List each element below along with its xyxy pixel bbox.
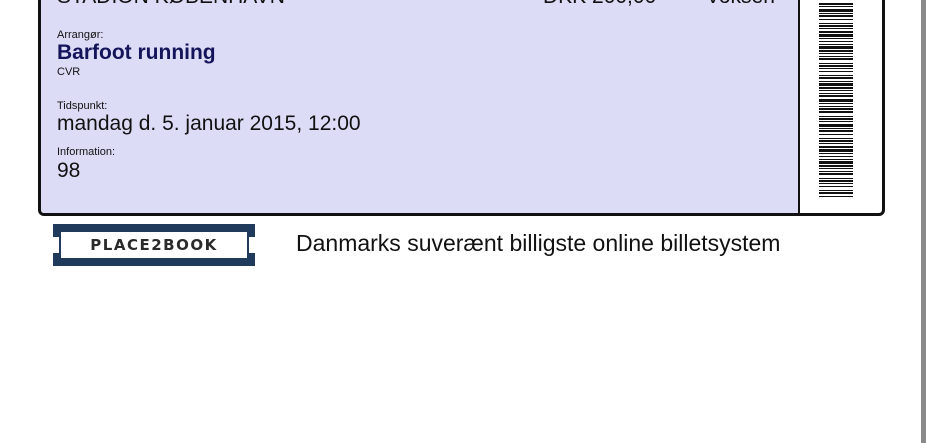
time-label: Tidspunkt: <box>57 100 108 112</box>
ticket-price-type: Voksen <box>706 0 775 9</box>
information-value: 98 <box>57 159 81 182</box>
event-time: mandag d. 5. januar 2015, 12:00 <box>57 112 361 135</box>
tagline: Danmarks suverænt billigste online bille… <box>296 230 781 256</box>
page-edge <box>921 0 926 443</box>
ticket-price: DKK 200,00 <box>543 0 656 9</box>
barcode-icon <box>817 0 855 201</box>
organizer-name: Barfoot running <box>57 41 216 64</box>
ticket-main-panel: STADION KØBENHAVN DKK 200,00 Voksen Arra… <box>41 0 800 213</box>
logo-text: PLACE2BOOK <box>90 236 218 254</box>
organizer-label: Arrangør: <box>57 29 104 41</box>
cvr-label: CVR <box>57 66 81 78</box>
information-label: Information: <box>57 146 116 158</box>
ticket: STADION KØBENHAVN DKK 200,00 Voksen Arra… <box>38 0 885 216</box>
venue-name: STADION KØBENHAVN <box>57 0 285 9</box>
place2book-logo: PLACE2BOOK <box>53 224 255 266</box>
